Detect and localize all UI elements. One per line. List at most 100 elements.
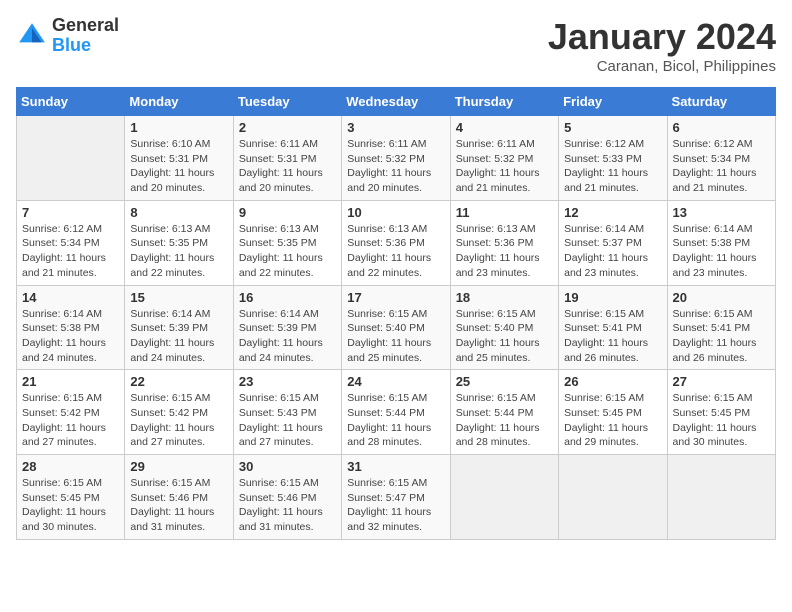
day-info: Sunrise: 6:15 AMSunset: 5:42 PMDaylight:… [22,391,119,450]
day-info: Sunrise: 6:15 AMSunset: 5:46 PMDaylight:… [130,476,227,535]
day-number: 20 [673,290,770,305]
weekday-header: Tuesday [233,88,341,116]
calendar-cell [450,455,558,540]
day-number: 30 [239,459,336,474]
day-info: Sunrise: 6:14 AMSunset: 5:38 PMDaylight:… [22,307,119,366]
calendar-cell: 19 Sunrise: 6:15 AMSunset: 5:41 PMDayligh… [559,285,667,370]
day-number: 23 [239,374,336,389]
day-number: 17 [347,290,444,305]
day-number: 14 [22,290,119,305]
day-info: Sunrise: 6:15 AMSunset: 5:41 PMDaylight:… [564,307,661,366]
calendar-cell: 22 Sunrise: 6:15 AMSunset: 5:42 PMDayligh… [125,370,233,455]
day-number: 31 [347,459,444,474]
day-info: Sunrise: 6:13 AMSunset: 5:35 PMDaylight:… [239,222,336,281]
day-number: 2 [239,120,336,135]
day-info: Sunrise: 6:11 AMSunset: 5:32 PMDaylight:… [347,137,444,196]
weekday-header: Sunday [17,88,125,116]
calendar-header: SundayMondayTuesdayWednesdayThursdayFrid… [17,88,776,116]
calendar-cell: 18 Sunrise: 6:15 AMSunset: 5:40 PMDayligh… [450,285,558,370]
day-number: 19 [564,290,661,305]
weekday-header: Thursday [450,88,558,116]
day-info: Sunrise: 6:15 AMSunset: 5:45 PMDaylight:… [22,476,119,535]
weekday-header: Wednesday [342,88,450,116]
location: Caranan, Bicol, Philippines [548,58,776,75]
calendar-cell: 29 Sunrise: 6:15 AMSunset: 5:46 PMDayligh… [125,455,233,540]
day-info: Sunrise: 6:10 AMSunset: 5:31 PMDaylight:… [130,137,227,196]
day-info: Sunrise: 6:15 AMSunset: 5:43 PMDaylight:… [239,391,336,450]
calendar-cell: 2 Sunrise: 6:11 AMSunset: 5:31 PMDaylight… [233,116,341,201]
calendar-cell: 20 Sunrise: 6:15 AMSunset: 5:41 PMDayligh… [667,285,775,370]
calendar-cell [17,116,125,201]
calendar-cell: 26 Sunrise: 6:15 AMSunset: 5:45 PMDayligh… [559,370,667,455]
logo-general: General [52,16,119,36]
day-number: 15 [130,290,227,305]
day-info: Sunrise: 6:15 AMSunset: 5:44 PMDaylight:… [456,391,553,450]
day-number: 29 [130,459,227,474]
day-info: Sunrise: 6:15 AMSunset: 5:44 PMDaylight:… [347,391,444,450]
title-area: January 2024 Caranan, Bicol, Philippines [548,16,776,75]
day-number: 13 [673,205,770,220]
day-number: 5 [564,120,661,135]
day-number: 12 [564,205,661,220]
day-number: 27 [673,374,770,389]
calendar-cell: 6Sunrise: 6:12 AMSunset: 5:34 PMDaylight… [667,116,775,201]
calendar-cell: 21Sunrise: 6:15 AMSunset: 5:42 PMDayligh… [17,370,125,455]
calendar-table: SundayMondayTuesdayWednesdayThursdayFrid… [16,87,776,540]
day-info: Sunrise: 6:15 AMSunset: 5:47 PMDaylight:… [347,476,444,535]
logo-blue: Blue [52,36,119,56]
weekday-header: Monday [125,88,233,116]
day-number: 22 [130,374,227,389]
day-number: 1 [130,120,227,135]
calendar-cell: 14 Sunrise: 6:14 AMSunset: 5:38 PMDayligh… [17,285,125,370]
day-info: Sunrise: 6:11 AMSunset: 5:31 PMDaylight:… [239,137,336,196]
day-number: 25 [456,374,553,389]
calendar-cell: 5Sunrise: 6:12 AMSunset: 5:33 PMDaylight… [559,116,667,201]
calendar-cell: 12Sunrise: 6:14 AMSunset: 5:37 PMDayligh… [559,200,667,285]
calendar-cell: 16 Sunrise: 6:14 AMSunset: 5:39 PMDayligh… [233,285,341,370]
weekday-header: Saturday [667,88,775,116]
calendar-cell: 24Sunrise: 6:15 AMSunset: 5:44 PMDayligh… [342,370,450,455]
calendar-cell: 9Sunrise: 6:13 AMSunset: 5:35 PMDaylight… [233,200,341,285]
day-info: Sunrise: 6:15 AMSunset: 5:41 PMDaylight:… [673,307,770,366]
day-info: Sunrise: 6:15 AMSunset: 5:45 PMDaylight:… [564,391,661,450]
day-info: Sunrise: 6:15 AMSunset: 5:40 PMDaylight:… [456,307,553,366]
calendar-cell: 27Sunrise: 6:15 AMSunset: 5:45 PMDayligh… [667,370,775,455]
calendar-cell: 13Sunrise: 6:14 AMSunset: 5:38 PMDayligh… [667,200,775,285]
day-number: 6 [673,120,770,135]
calendar-cell: 15Sunrise: 6:14 AMSunset: 5:39 PMDayligh… [125,285,233,370]
calendar-cell: 11 Sunrise: 6:13 AMSunset: 5:36 PMDayligh… [450,200,558,285]
day-number: 26 [564,374,661,389]
header: General Blue January 2024 Caranan, Bicol… [16,16,776,75]
weekday-header: Friday [559,88,667,116]
calendar-cell: 31 Sunrise: 6:15 AMSunset: 5:47 PMDayligh… [342,455,450,540]
day-number: 10 [347,205,444,220]
day-info: Sunrise: 6:15 AMSunset: 5:40 PMDaylight:… [347,307,444,366]
day-info: Sunrise: 6:15 AMSunset: 5:46 PMDaylight:… [239,476,336,535]
calendar-week: 21Sunrise: 6:15 AMSunset: 5:42 PMDayligh… [17,370,776,455]
day-info: Sunrise: 6:12 AMSunset: 5:34 PMDaylight:… [22,222,119,281]
day-number: 18 [456,290,553,305]
day-info: Sunrise: 6:11 AMSunset: 5:32 PMDaylight:… [456,137,553,196]
calendar-cell: 8Sunrise: 6:13 AMSunset: 5:35 PMDaylight… [125,200,233,285]
day-number: 8 [130,205,227,220]
logo-icon [16,20,48,52]
calendar-week: 28 Sunrise: 6:15 AMSunset: 5:45 PMDayligh… [17,455,776,540]
calendar-week: 1 Sunrise: 6:10 AMSunset: 5:31 PMDaylight… [17,116,776,201]
day-info: Sunrise: 6:13 AMSunset: 5:36 PMDaylight:… [456,222,553,281]
calendar-cell: 7 Sunrise: 6:12 AMSunset: 5:34 PMDaylight… [17,200,125,285]
day-info: Sunrise: 6:15 AMSunset: 5:42 PMDaylight:… [130,391,227,450]
calendar-cell: 28 Sunrise: 6:15 AMSunset: 5:45 PMDayligh… [17,455,125,540]
logo: General Blue [16,16,119,56]
calendar-week: 14 Sunrise: 6:14 AMSunset: 5:38 PMDayligh… [17,285,776,370]
day-number: 11 [456,205,553,220]
calendar-body: 1 Sunrise: 6:10 AMSunset: 5:31 PMDaylight… [17,116,776,540]
calendar-cell [559,455,667,540]
calendar-cell: 23 Sunrise: 6:15 AMSunset: 5:43 PMDayligh… [233,370,341,455]
month-title: January 2024 [548,16,776,58]
day-info: Sunrise: 6:14 AMSunset: 5:39 PMDaylight:… [239,307,336,366]
calendar-cell: 4Sunrise: 6:11 AMSunset: 5:32 PMDaylight… [450,116,558,201]
day-number: 28 [22,459,119,474]
day-number: 7 [22,205,119,220]
day-info: Sunrise: 6:13 AMSunset: 5:36 PMDaylight:… [347,222,444,281]
day-number: 16 [239,290,336,305]
